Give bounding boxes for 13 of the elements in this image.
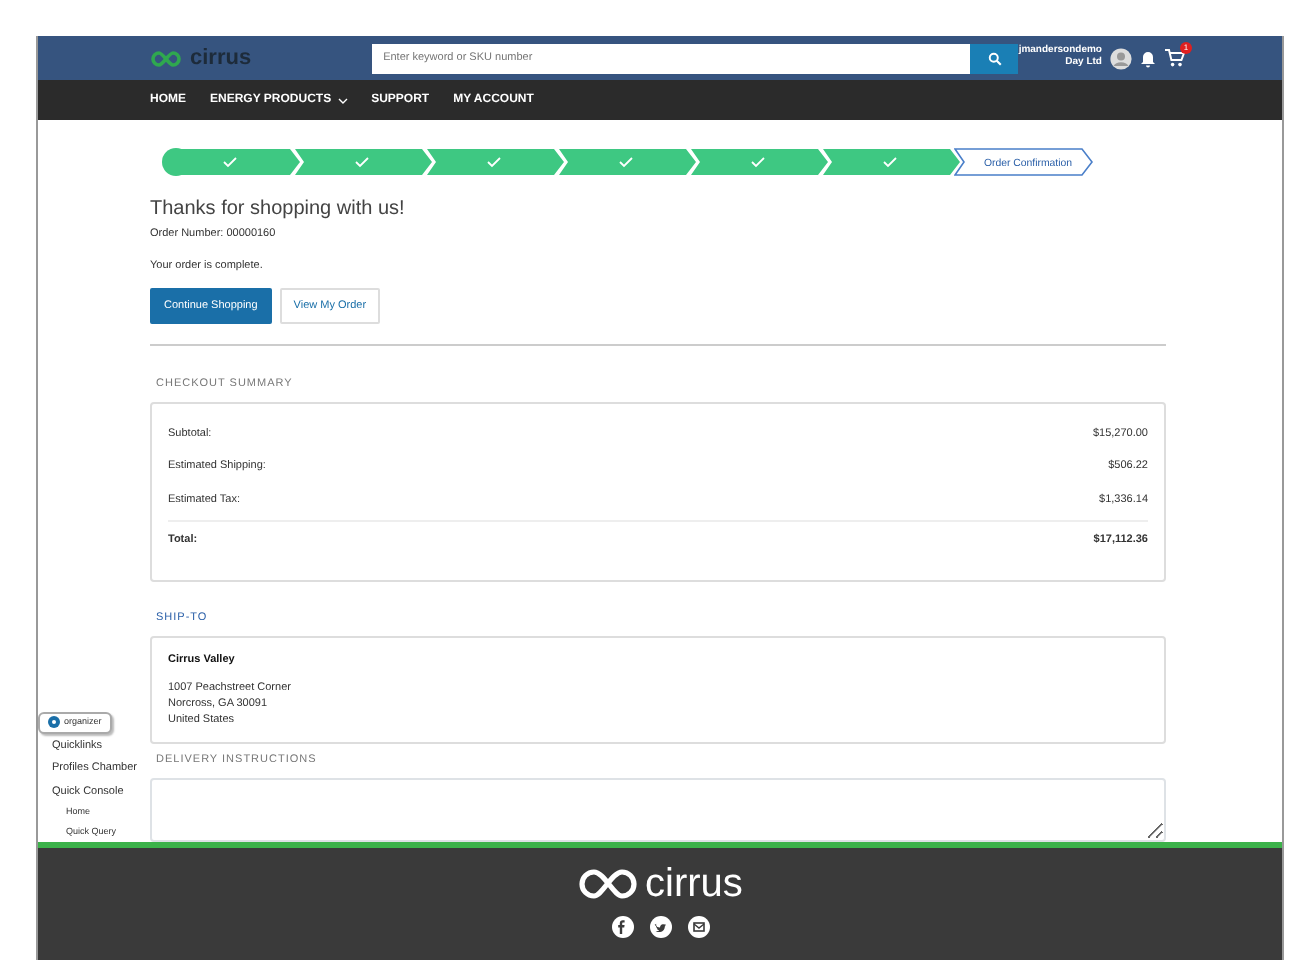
envelope-icon[interactable] [687, 915, 709, 938]
twitter-icon[interactable] [649, 915, 671, 938]
avatar-icon[interactable] [1110, 47, 1132, 69]
organizer-icon [48, 716, 60, 729]
facebook-icon[interactable] [611, 915, 633, 938]
footer-logo-text[interactable]: cirrus [645, 863, 743, 904]
chevron-down-icon [337, 97, 348, 104]
search-button[interactable] [970, 43, 1019, 73]
cart-icon[interactable] [1164, 48, 1186, 68]
instructions-field[interactable] [150, 777, 1166, 842]
search-icon [987, 51, 1002, 65]
page-title: Thanks for shopping with us! [150, 196, 407, 225]
bell-icon[interactable] [1140, 49, 1156, 67]
